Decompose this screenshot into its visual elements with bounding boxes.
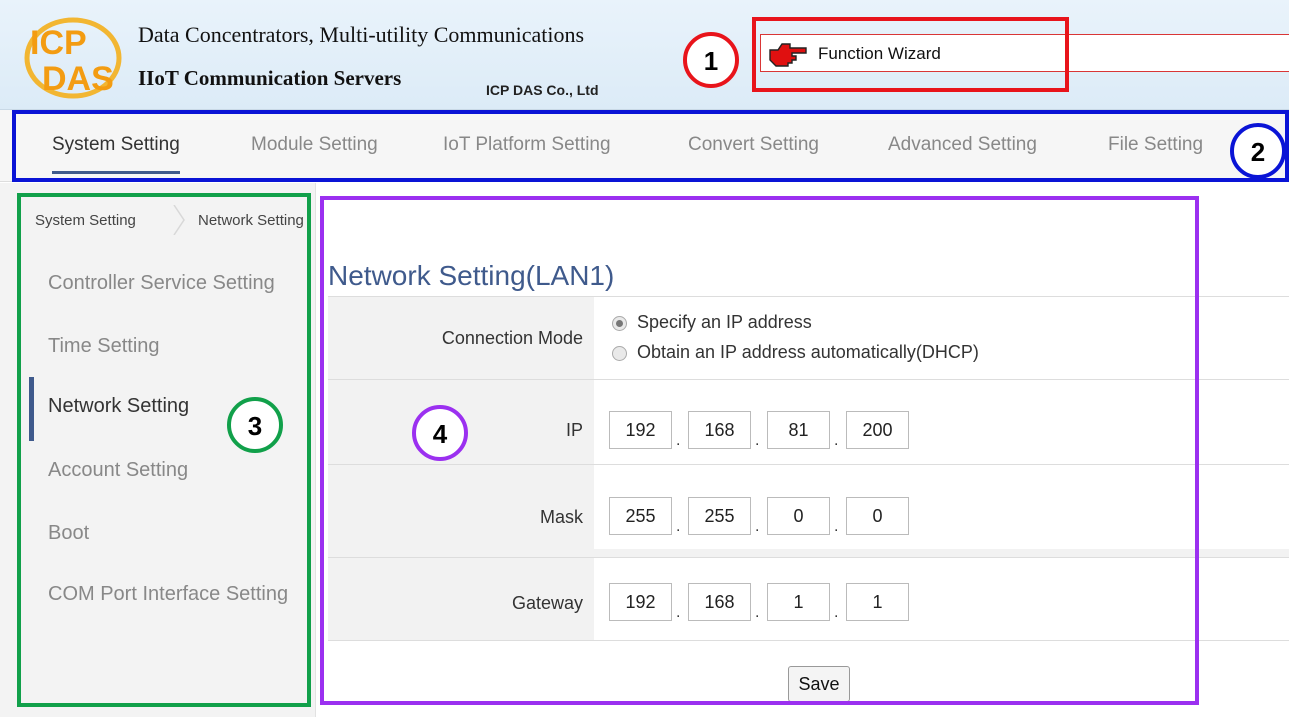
pointing-hand-icon[interactable] — [768, 40, 808, 68]
page-title: Network Setting(LAN1) — [328, 260, 615, 291]
breadcrumb-separator-icon — [173, 205, 185, 235]
radio-specify-ip[interactable] — [612, 316, 627, 331]
dot-separator: . — [834, 432, 839, 449]
dot-separator: . — [755, 604, 760, 621]
mask-octet-2[interactable] — [688, 497, 751, 535]
gateway-octet-2[interactable] — [688, 583, 751, 621]
save-button[interactable]: Save — [788, 666, 850, 702]
tab-advanced-setting[interactable]: Advanced Setting — [888, 128, 1037, 174]
active-indicator — [29, 377, 34, 441]
gateway-octet-4[interactable] — [846, 583, 909, 621]
tab-iot-platform-setting[interactable]: IoT Platform Setting — [443, 128, 611, 174]
dot-separator: . — [676, 518, 681, 535]
annotation-marker-1: 1 — [683, 32, 739, 88]
ip-label: IP — [565, 420, 583, 440]
svg-text:ICP: ICP — [30, 24, 87, 62]
connection-mode-label: Connection Mode — [441, 328, 583, 348]
icpdas-logo: ICP DAS — [24, 17, 122, 99]
gateway-label: Gateway — [511, 593, 583, 613]
radio-dhcp[interactable] — [612, 346, 627, 361]
brand-subtitle: IIoT Communication Servers — [138, 66, 402, 90]
ip-octet-4[interactable] — [846, 411, 909, 449]
dot-separator: . — [755, 518, 760, 535]
mask-octet-3[interactable] — [767, 497, 830, 535]
gateway-octet-1[interactable] — [609, 583, 672, 621]
dot-separator: . — [676, 432, 681, 449]
annotation-marker-4: 4 — [412, 405, 468, 461]
row-divider — [328, 640, 1289, 641]
sidebar-item-controller-service[interactable]: Controller Service Setting — [48, 272, 275, 295]
gateway-octet-3[interactable] — [767, 583, 830, 621]
tab-convert-setting[interactable]: Convert Setting — [688, 128, 819, 174]
main-nav — [0, 110, 1289, 182]
dot-separator: . — [676, 604, 681, 621]
sidebar-item-com-port[interactable]: COM Port Interface Setting — [48, 583, 288, 606]
company-name: ICP DAS Co., Ltd — [486, 82, 599, 98]
ip-octet-2[interactable] — [688, 411, 751, 449]
mask-label: Mask — [539, 507, 583, 527]
function-wizard-link[interactable]: Function Wizard — [818, 44, 941, 64]
tab-file-setting[interactable]: File Setting — [1108, 128, 1203, 174]
mask-octet-4[interactable] — [846, 497, 909, 535]
breadcrumb-network-setting[interactable]: Network Setting — [198, 212, 328, 229]
annotation-marker-3: 3 — [227, 397, 283, 453]
sidebar — [0, 183, 316, 717]
sidebar-item-account-setting[interactable]: Account Setting — [48, 459, 188, 482]
connection-mode-cell — [594, 297, 1289, 381]
breadcrumb-system-setting[interactable]: System Setting — [35, 212, 136, 229]
annotation-marker-2: 2 — [1230, 123, 1286, 179]
sidebar-item-boot[interactable]: Boot — [48, 522, 89, 545]
dot-separator: . — [834, 604, 839, 621]
ip-octet-3[interactable] — [767, 411, 830, 449]
radio-dhcp-label[interactable]: Obtain an IP address automatically(DHCP) — [637, 342, 979, 363]
tab-module-setting[interactable]: Module Setting — [251, 128, 378, 174]
svg-text:DAS: DAS — [42, 60, 114, 98]
ip-octet-1[interactable] — [609, 411, 672, 449]
brand-title: Data Concentrators, Multi-utility Commun… — [138, 22, 585, 47]
tab-system-setting[interactable]: System Setting — [52, 128, 180, 174]
dot-separator: . — [834, 518, 839, 535]
mask-octet-1[interactable] — [609, 497, 672, 535]
sidebar-item-network-setting[interactable]: Network Setting — [48, 395, 189, 418]
radio-specify-ip-label[interactable]: Specify an IP address — [637, 312, 812, 333]
sidebar-item-time-setting[interactable]: Time Setting — [48, 335, 160, 358]
dot-separator: . — [755, 432, 760, 449]
